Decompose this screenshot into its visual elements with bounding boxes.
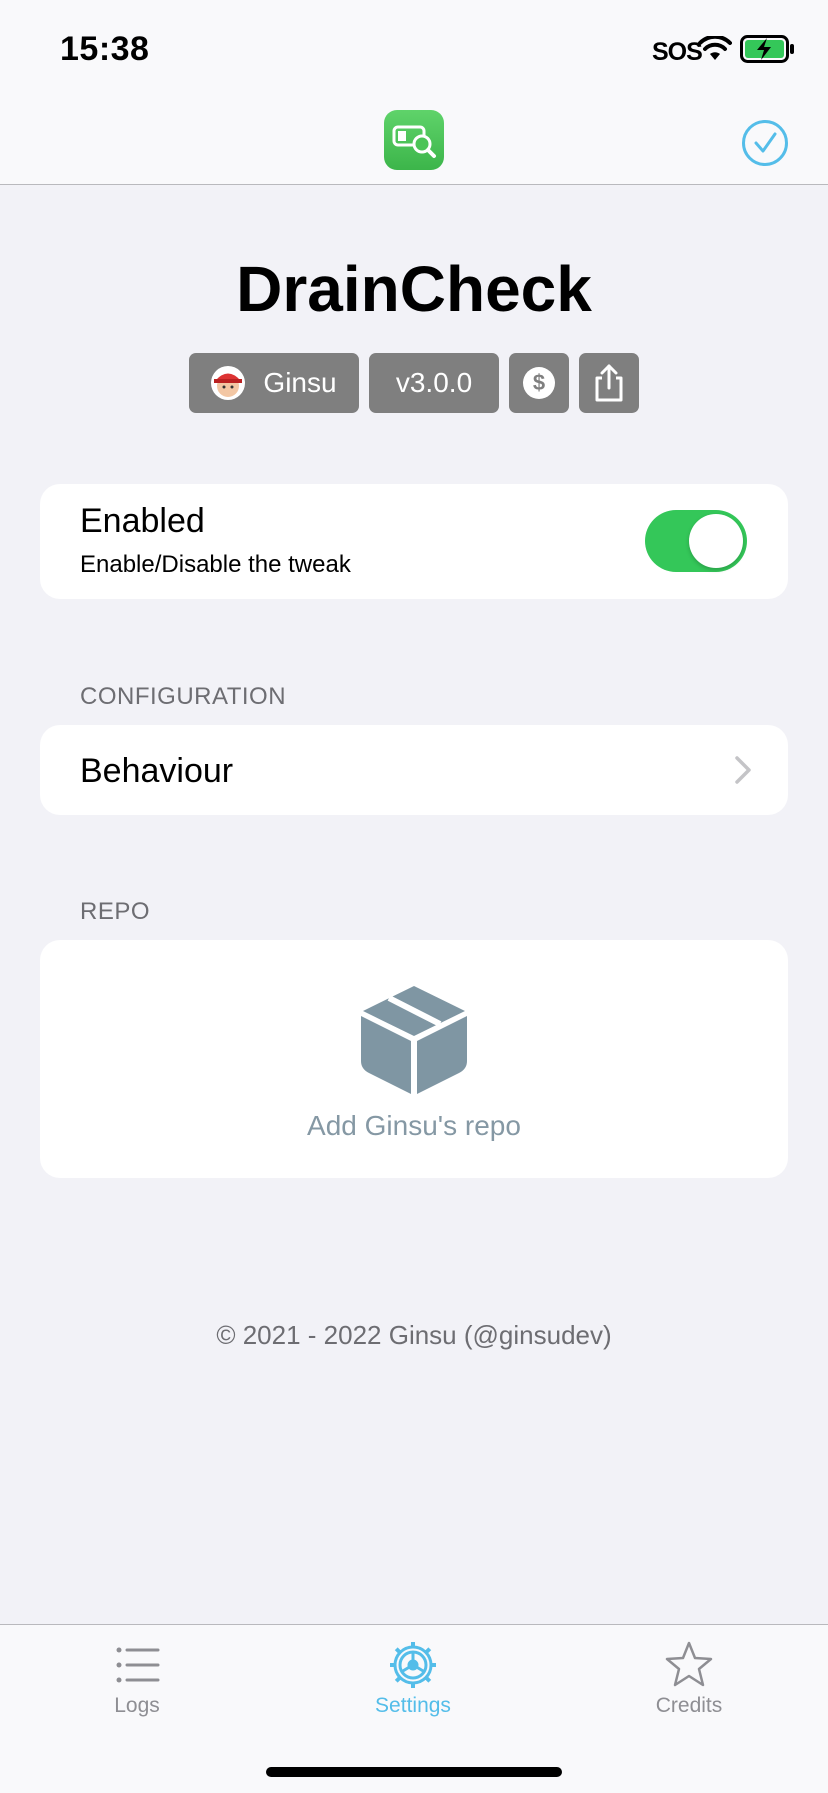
donate-button[interactable]: $: [509, 353, 569, 413]
gear-icon: [390, 1642, 436, 1688]
enabled-subtitle: Enable/Disable the tweak: [80, 551, 351, 578]
author-name: Ginsu: [263, 367, 337, 398]
chevron-right-icon: [735, 756, 751, 784]
version-badge[interactable]: v3.0.0: [369, 353, 499, 413]
author-button[interactable]: Ginsu: [189, 353, 359, 413]
status-time: 15:38: [60, 30, 150, 68]
repo-header: REPO: [80, 898, 151, 925]
enabled-title: Enabled: [80, 502, 205, 540]
checkmark-circle-icon[interactable]: [742, 120, 788, 166]
share-icon: [595, 364, 623, 402]
tab-settings[interactable]: Settings: [313, 1640, 513, 1718]
battery-charging-icon: [740, 35, 794, 63]
toggle-knob: [689, 514, 743, 568]
add-repo-label: Add Ginsu's repo: [307, 1110, 521, 1141]
share-button[interactable]: [579, 353, 639, 413]
enabled-toggle[interactable]: [645, 510, 747, 572]
home-indicator: [266, 1767, 562, 1777]
copyright-text: © 2021 - 2022 Ginsu (@ginsudev): [216, 1320, 612, 1350]
dollar-icon: $: [523, 367, 555, 399]
package-icon: [361, 986, 467, 1094]
star-icon: [665, 1641, 713, 1687]
status-sos: SOS: [652, 38, 703, 66]
page-title: DrainCheck: [236, 253, 592, 325]
search-battery-icon: [384, 110, 444, 170]
list-icon: [116, 1647, 160, 1683]
behaviour-label: Behaviour: [80, 752, 234, 790]
tab-settings-label: Settings: [375, 1694, 451, 1717]
author-avatar: [211, 366, 246, 400]
configuration-header: CONFIGURATION: [80, 683, 287, 710]
tab-logs-label: Logs: [114, 1694, 160, 1717]
wifi-icon: [698, 36, 732, 60]
tab-credits[interactable]: Credits: [589, 1640, 789, 1718]
tab-logs[interactable]: Logs: [37, 1640, 237, 1718]
tab-credits-label: Credits: [655, 1694, 723, 1717]
